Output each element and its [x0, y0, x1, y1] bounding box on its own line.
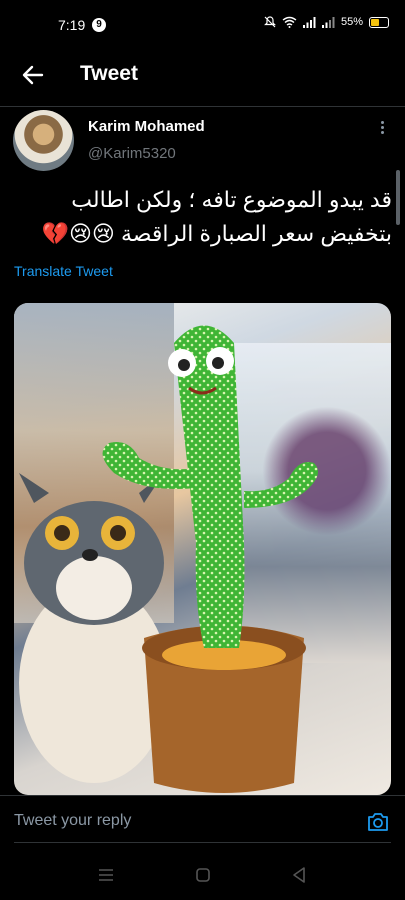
scrollbar[interactable]	[396, 170, 400, 225]
triangle-back-icon[interactable]	[288, 864, 310, 886]
notification-badge: 9	[92, 18, 106, 32]
battery-percent: 55%	[340, 16, 363, 28]
signal-icon-2	[321, 16, 335, 28]
tweet-text-line-1: قد يبدو الموضوع تافه ؛ ولكن اطالب	[71, 187, 392, 212]
cactus-pot	[142, 625, 306, 793]
tweet-text: قد يبدو الموضوع تافه ؛ ولكن اطالب بتخفيض…	[14, 183, 392, 251]
reply-input[interactable]: Tweet your reply	[14, 812, 131, 830]
top-bar: Tweet	[0, 50, 405, 107]
wifi-icon	[282, 16, 297, 28]
status-bar: 7:19 9 55%	[0, 0, 405, 50]
square-home-icon[interactable]	[192, 864, 214, 886]
system-nav-bar	[0, 850, 405, 900]
more-options-icon[interactable]	[376, 119, 388, 137]
reply-divider	[14, 842, 391, 843]
plush-dog	[19, 473, 169, 783]
author-handle[interactable]: @Karim5320	[88, 145, 176, 162]
tweet-text-line-2: بتخفيض سعر الصبارة الراقصة 😢😢💔	[41, 221, 392, 246]
menu-icon[interactable]	[95, 864, 117, 886]
arrow-left-icon[interactable]	[20, 62, 46, 88]
status-icons: 55%	[264, 16, 389, 28]
avatar[interactable]	[13, 110, 74, 171]
camera-icon[interactable]	[366, 810, 390, 834]
reply-bar: Tweet your reply	[0, 795, 405, 851]
author-name[interactable]: Karim Mohamed	[88, 118, 205, 135]
cactus-toy-illustration	[19, 325, 318, 793]
mute-icon	[264, 16, 276, 28]
status-time: 7:19	[58, 17, 86, 33]
translate-tweet-link[interactable]: Translate Tweet	[14, 263, 113, 279]
signal-icon	[302, 16, 316, 28]
page-title: Tweet	[80, 62, 138, 85]
battery-icon	[369, 16, 389, 28]
battery-fill	[371, 18, 379, 26]
tweet-media-image[interactable]	[14, 303, 391, 795]
